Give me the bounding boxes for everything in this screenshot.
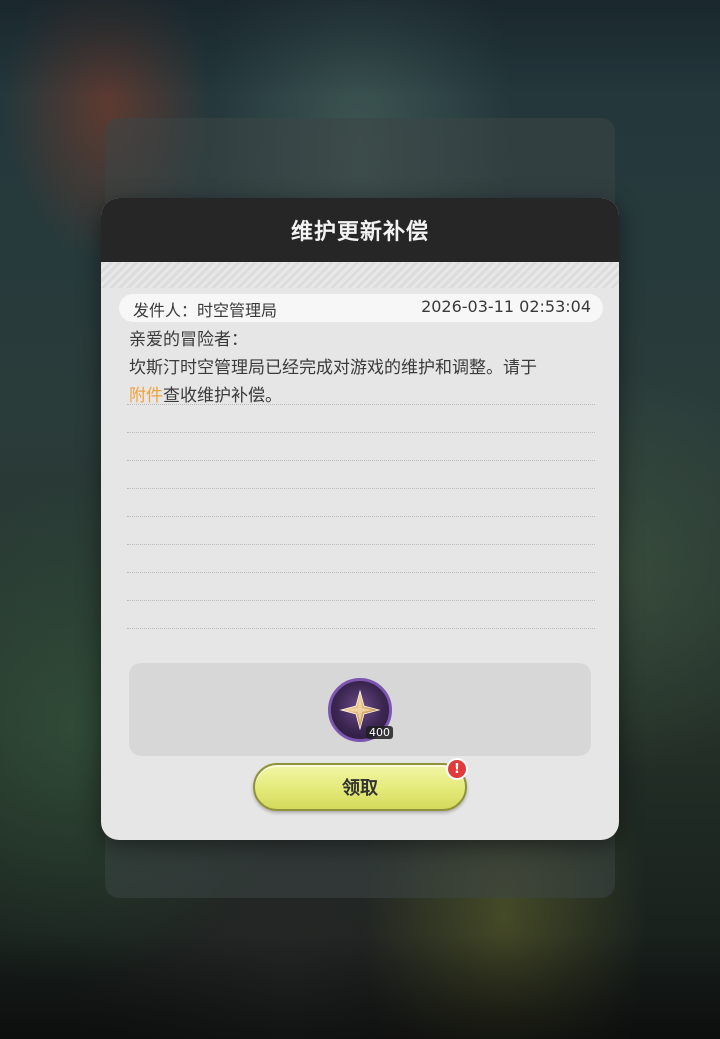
mail-greeting: 亲爱的冒险者： [129, 330, 248, 350]
attachment-item[interactable]: 400 [328, 678, 393, 742]
paper-rule [127, 404, 595, 405]
mail-body: 亲爱的冒险者： 坎斯汀时空管理局已经完成对游戏的维护和调整。请于 附件查收维护补… [129, 326, 599, 410]
star-crystal-icon [339, 689, 381, 731]
header-stripe [101, 262, 619, 288]
sender-label: 发件人：时空管理局 [133, 301, 278, 320]
background-bottom-bar [0, 935, 720, 1039]
sender-bar: 发件人：时空管理局 2026-03-11 02:53:04 [119, 294, 603, 322]
mail-body-line2: 附件查收维护补偿。 [129, 382, 599, 410]
paper-rule [127, 572, 595, 573]
attachment-link: 附件 [129, 386, 163, 406]
paper-rule [127, 516, 595, 517]
mail-timestamp: 2026-03-11 02:53:04 [421, 297, 591, 316]
claim-button[interactable]: 领取 [253, 763, 467, 811]
background-top-bar [0, 0, 720, 95]
paper-rule [127, 460, 595, 461]
attachment-area: 400 [129, 663, 591, 756]
mail-body-line1: 坎斯汀时空管理局已经完成对游戏的维护和调整。请于 [129, 358, 537, 378]
dialog-title: 维护更新补偿 [290, 220, 429, 245]
mail-dialog: 维护更新补偿 发件人：时空管理局 2026-03-11 02:53:04 亲爱的… [101, 198, 619, 840]
paper-rule [127, 628, 595, 629]
dialog-header: 维护更新补偿 [101, 198, 619, 262]
paper-rule [127, 600, 595, 601]
paper-rule [127, 488, 595, 489]
alert-badge: ! [446, 758, 468, 780]
item-count: 400 [366, 726, 393, 739]
paper-rule [127, 432, 595, 433]
mail-body-line2-text: 查收维护补偿。 [163, 386, 282, 406]
paper-rule [127, 544, 595, 545]
claim-button-label: 领取 [342, 778, 378, 799]
